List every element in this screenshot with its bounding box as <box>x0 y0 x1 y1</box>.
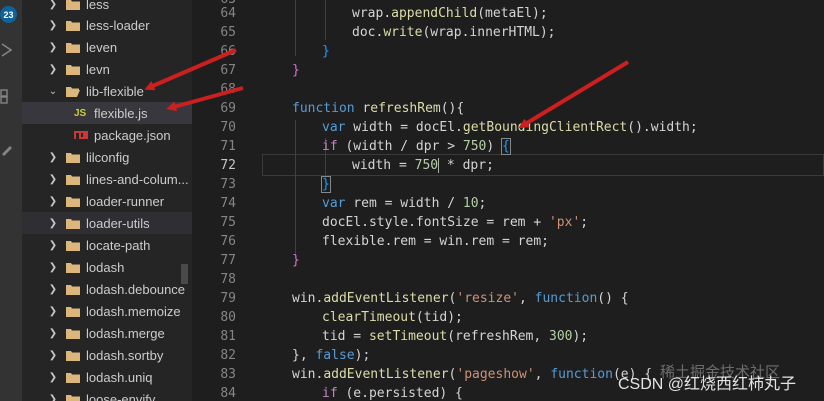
npm-icon <box>74 131 88 139</box>
tree-item-loose-envify[interactable]: ❯ loose-envify <box>22 388 192 401</box>
tree-item-label: package.json <box>94 127 171 143</box>
chevron-right-icon: ❯ <box>48 305 58 317</box>
open-folder-icon <box>66 86 80 97</box>
extensions-icon[interactable] <box>0 88 14 104</box>
folder-icon <box>66 306 80 317</box>
tree-item-package-json[interactable]: package.json <box>22 124 192 146</box>
tree-item-label: loader-utils <box>86 215 150 231</box>
chevron-right-icon: ❯ <box>48 41 58 53</box>
folder-icon <box>66 328 80 339</box>
tree-item-leven[interactable]: ❯ leven <box>22 36 192 58</box>
tree-item-flexible-js[interactable]: JS flexible.js <box>22 102 192 124</box>
tree-item-lodash-uniq[interactable]: ❯ lodash.uniq <box>22 366 192 388</box>
run-debug-icon[interactable] <box>0 42 14 58</box>
tree-item-loader-utils[interactable]: ❯ loader-utils <box>22 212 192 234</box>
code-line-65: doc.write(wrap.innerHTML); <box>352 25 556 40</box>
tree-item-lodash-merge[interactable]: ❯ lodash.merge <box>22 322 192 344</box>
tree-item-levn[interactable]: ❯ levn <box>22 58 192 80</box>
tree-item-less[interactable]: ❯ less <box>22 0 192 15</box>
chevron-right-icon: ❯ <box>48 327 58 339</box>
folder-icon <box>66 174 80 185</box>
indent-guide <box>295 0 296 56</box>
indent-guide <box>295 120 296 256</box>
folder-icon <box>66 218 80 229</box>
tree-item-label: loose-envify <box>86 391 156 401</box>
code-line-77: } <box>292 253 300 268</box>
folder-icon <box>66 394 80 401</box>
sidebar-scrollbar[interactable] <box>181 264 188 284</box>
tree-item-lodash-memoize[interactable]: ❯ lodash.memoize <box>22 300 192 322</box>
chevron-right-icon: ❯ <box>48 371 58 383</box>
chevron-down-icon: ⌄ <box>48 85 58 97</box>
tree-item-label: lodash.merge <box>86 325 165 341</box>
tree-item-label: less <box>86 0 110 12</box>
chevron-right-icon: ❯ <box>48 195 58 207</box>
tree-item-label: lodash.uniq <box>86 369 153 385</box>
code-line-84: if (e.persisted) { <box>322 386 463 401</box>
tree-item-label: lilconfig <box>86 149 130 165</box>
chevron-right-icon: ❯ <box>48 0 58 10</box>
source-control-badge: 23 <box>0 6 17 23</box>
tree-item-label: leven <box>86 39 118 55</box>
csdn-watermark: CSDN @红烧西红柿丸子 <box>618 376 797 393</box>
folder-icon <box>66 262 80 273</box>
tree-item-label: lodash.debounce <box>86 281 186 297</box>
folder-icon <box>66 64 80 75</box>
activity-bar: 23 <box>0 0 22 401</box>
tree-item-label: lodash.memoize <box>86 303 181 319</box>
tree-item-lib-flexible[interactable]: ⌄ lib-flexible <box>22 80 192 102</box>
tree-item-lines-and-column[interactable]: ❯ lines-and-colum... <box>22 168 192 190</box>
tree-item-label: lib-flexible <box>86 83 144 99</box>
indent-guide <box>325 0 326 40</box>
tree-item-lodash-sortby[interactable]: ❯ lodash.sortby <box>22 344 192 366</box>
remote-icon[interactable] <box>0 142 14 158</box>
tree-item-lodash[interactable]: ❯ lodash <box>22 256 192 278</box>
code-line-67: } <box>292 63 300 78</box>
tree-item-label: loader-runner <box>86 193 165 209</box>
chevron-right-icon: ❯ <box>48 151 58 163</box>
tree-item-label: lines-and-colum... <box>86 171 189 187</box>
javascript-file-icon: JS <box>74 107 87 119</box>
tree-item-lodash-debounce[interactable]: ❯ lodash.debounce <box>22 278 192 300</box>
line-number: 84 <box>220 386 236 401</box>
tree-item-label: levn <box>86 61 110 77</box>
chevron-right-icon: ❯ <box>48 349 58 361</box>
code-line-66: } <box>322 44 330 59</box>
tree-item-loader-runner[interactable]: ❯ loader-runner <box>22 190 192 212</box>
folder-icon <box>66 284 80 295</box>
tree-item-lilconfig[interactable]: ❯ lilconfig <box>22 146 192 168</box>
code-line-72: width = 750 * dpr; <box>352 158 494 173</box>
folder-icon <box>66 372 80 383</box>
chevron-right-icon: ❯ <box>48 173 58 185</box>
tree-item-label: less-loader <box>86 17 150 33</box>
folder-icon <box>66 42 80 53</box>
file-explorer: ❯ less ❯ less-loader ❯ leven ❯ levn ⌄ li… <box>22 0 192 401</box>
chevron-right-icon: ❯ <box>48 217 58 229</box>
folder-icon <box>66 240 80 251</box>
folder-icon <box>66 196 80 207</box>
code-editor[interactable]: 63 64 65 66 67 68 69 70 71 72 73 74 75 7… <box>192 0 824 401</box>
folder-icon <box>66 20 80 31</box>
chevron-right-icon: ❯ <box>48 19 58 31</box>
tree-item-label: lodash <box>86 259 125 275</box>
folder-icon <box>66 152 80 163</box>
tree-item-label: lodash.sortby <box>86 347 164 363</box>
tree-item-locate-path[interactable]: ❯ locate-path <box>22 234 192 256</box>
chevron-right-icon: ❯ <box>48 393 58 401</box>
folder-icon <box>66 350 80 361</box>
tree-item-label: locate-path <box>86 237 151 253</box>
tree-item-label: flexible.js <box>94 105 148 121</box>
chevron-right-icon: ❯ <box>48 261 58 273</box>
tree-item-less-loader[interactable]: ❯ less-loader <box>22 14 192 36</box>
chevron-right-icon: ❯ <box>48 283 58 295</box>
chevron-right-icon: ❯ <box>48 239 58 251</box>
folder-icon <box>66 0 80 10</box>
code-line-76: flexible.rem = win.rem = rem; <box>322 234 549 249</box>
chevron-right-icon: ❯ <box>48 63 58 75</box>
